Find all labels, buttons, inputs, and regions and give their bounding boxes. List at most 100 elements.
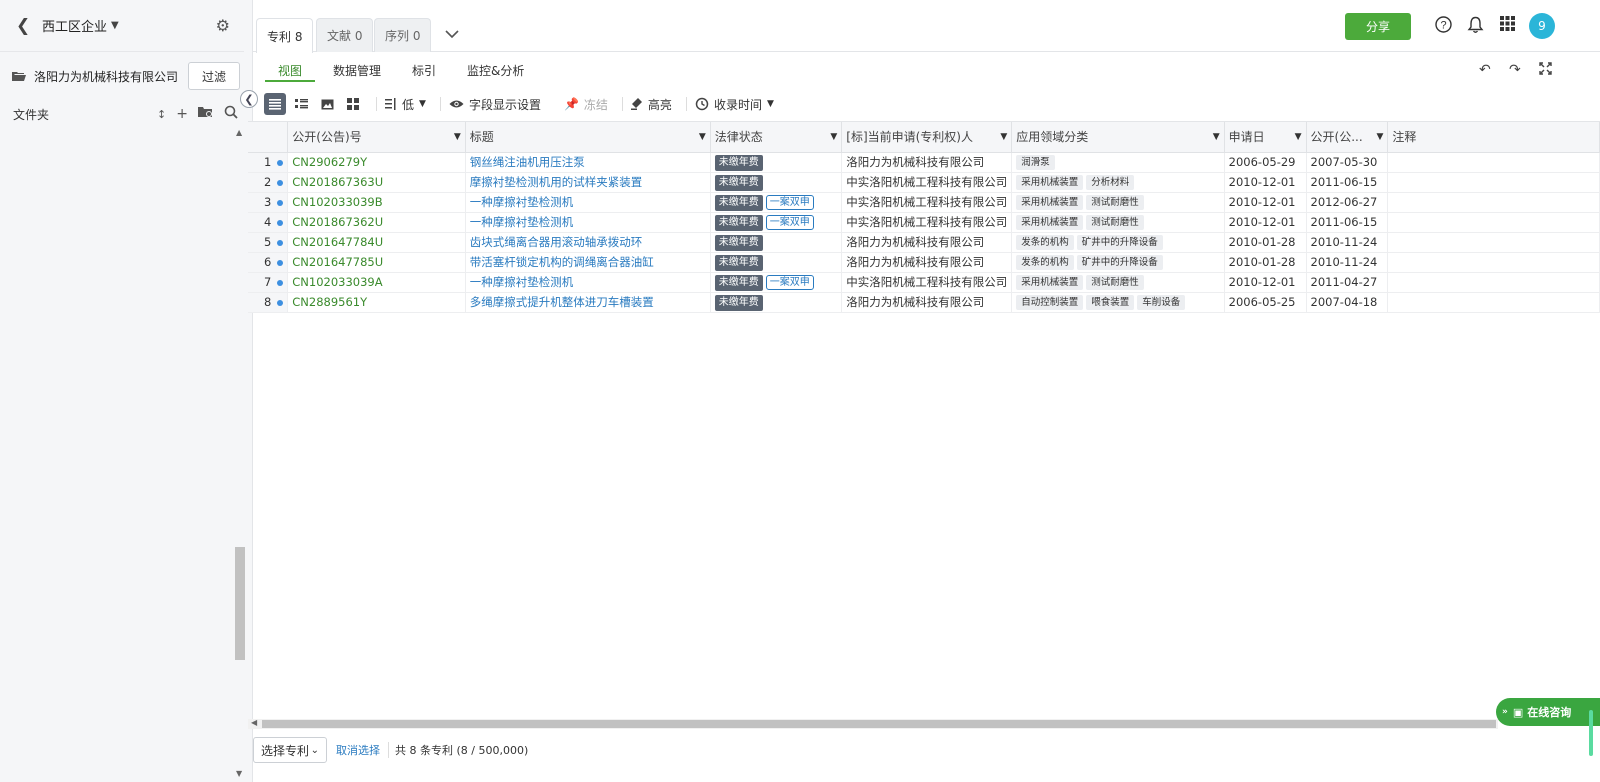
publication-number[interactable]: CN201867363U xyxy=(292,175,383,189)
row-number-cell[interactable]: 5 xyxy=(248,232,289,253)
column-header[interactable]: 申请日 ▼ xyxy=(1224,122,1307,153)
note-cell[interactable] xyxy=(1387,272,1600,293)
freeze-button[interactable]: 📌 冻结 xyxy=(564,96,608,113)
row-number-cell[interactable]: 6 xyxy=(248,252,289,273)
scroll-left-icon[interactable]: ◀ xyxy=(251,718,257,727)
image-view-icon[interactable] xyxy=(316,93,338,115)
field-display-settings-button[interactable]: 字段显示设置 xyxy=(449,96,541,113)
back-arrow-icon[interactable]: ❮ xyxy=(16,16,34,36)
publication-number-cell[interactable]: CN201647784U xyxy=(287,232,466,253)
publication-number-cell[interactable]: CN201647785U xyxy=(287,252,466,273)
note-cell[interactable] xyxy=(1387,252,1600,273)
bell-icon[interactable] xyxy=(1467,16,1484,38)
sort-updown-icon[interactable]: ↕ xyxy=(157,108,166,121)
company-name[interactable]: 洛阳力为机械科技有限公司 xyxy=(34,68,178,85)
subtab-indexing[interactable]: 标引 xyxy=(412,62,436,79)
title-cell[interactable]: 一种摩擦衬垫检测机 xyxy=(465,212,711,233)
collapse-sidebar-button[interactable]: ❮ xyxy=(240,90,258,108)
column-header[interactable]: 应用领域分类 ▼ xyxy=(1011,122,1225,153)
tab-literature[interactable]: 文献 0 xyxy=(316,18,374,52)
filter-button[interactable]: 过滤 xyxy=(188,62,240,90)
sidebar-scrollbar[interactable]: ▲ ▼ xyxy=(234,128,246,778)
publication-number-cell[interactable]: CN201867362U xyxy=(287,212,466,233)
redo-icon[interactable]: ↷ xyxy=(1509,62,1521,78)
table-row[interactable]: 6 CN201647785U 带活塞杆锁定机构的调绳离合器油缸 未缴年费 洛阳力为机械科… xyxy=(248,252,1600,273)
row-number-cell[interactable]: 4 xyxy=(248,212,289,233)
patent-title-link[interactable]: 钢丝绳注油机用压注泵 xyxy=(470,155,585,169)
patent-title-link[interactable]: 一种摩擦衬垫检测机 xyxy=(470,215,574,229)
column-header[interactable]: 公开(公告)号 ▼ xyxy=(287,122,466,153)
note-cell[interactable] xyxy=(1387,212,1600,233)
table-row[interactable]: 4 CN201867362U 一种摩擦衬垫检测机 未缴年费 一案双申 中实洛阳机械工程科技… xyxy=(248,212,1600,233)
caret-down-icon[interactable]: ▼ xyxy=(699,132,706,142)
note-cell[interactable] xyxy=(1387,232,1600,253)
publication-number[interactable]: CN2889561Y xyxy=(292,295,367,309)
table-row[interactable]: 8 CN2889561Y 多绳摩擦式提升机整体进刀车槽装置 未缴年费 洛阳力为机械科技有… xyxy=(248,292,1600,313)
publication-number-cell[interactable]: CN102033039B xyxy=(287,192,466,213)
title-cell[interactable]: 一种摩擦衬垫检测机 xyxy=(465,272,711,293)
patent-title-link[interactable]: 一种摩擦衬垫检测机 xyxy=(470,195,574,209)
select-patents-dropdown[interactable]: 选择专利 ⌄ xyxy=(253,737,327,763)
density-dropdown[interactable]: 低 ▼ xyxy=(385,96,426,113)
table-row[interactable]: 3 CN102033039B 一种摩擦衬垫检测机 未缴年费 一案双申 中实洛阳机械工程科技… xyxy=(248,192,1600,213)
grid-view-icon[interactable] xyxy=(342,93,364,115)
row-number-cell[interactable]: 1 xyxy=(248,152,289,173)
subtab-monitoring-analysis[interactable]: 监控&分析 xyxy=(467,62,524,79)
title-cell[interactable]: 摩擦衬垫检测机用的试样夹紧装置 xyxy=(465,172,711,193)
horizontal-scroll-thumb[interactable] xyxy=(262,720,1496,728)
caret-down-icon[interactable]: ▼ xyxy=(1295,132,1302,142)
note-cell[interactable] xyxy=(1387,172,1600,193)
horizontal-scrollbar[interactable]: ◀ xyxy=(248,718,1498,729)
row-number-cell[interactable]: 8 xyxy=(248,292,289,313)
undo-icon[interactable]: ↶ xyxy=(1479,62,1491,78)
caret-down-icon[interactable]: ▼ xyxy=(454,132,461,142)
patent-title-link[interactable]: 带活塞杆锁定机构的调绳离合器油缸 xyxy=(470,255,654,269)
row-number-cell[interactable]: 7 xyxy=(248,272,289,293)
patent-title-link[interactable]: 齿块式绳离合器用滚动轴承拨动环 xyxy=(470,235,643,249)
table-row[interactable]: 2 CN201867363U 摩擦衬垫检测机用的试样夹紧装置 未缴年费 中实洛阳机械工程… xyxy=(248,172,1600,193)
publication-number[interactable]: CN2906279Y xyxy=(292,155,367,169)
publication-number-cell[interactable]: CN102033039A xyxy=(287,272,466,293)
caret-down-icon[interactable]: ▼ xyxy=(1376,132,1383,142)
table-row[interactable]: 1 CN2906279Y 钢丝绳注油机用压注泵 未缴年费 洛阳力为机械科技有限公司 润滑泵… xyxy=(248,152,1600,173)
publication-number[interactable]: CN201647784U xyxy=(292,235,383,249)
column-header[interactable]: 法律状态 ▼ xyxy=(710,122,843,153)
title-cell[interactable]: 钢丝绳注油机用压注泵 xyxy=(465,152,711,173)
highlight-button[interactable]: 高亮 xyxy=(630,96,672,113)
column-header[interactable]: 注释 xyxy=(1387,122,1600,153)
title-cell[interactable]: 多绳摩擦式提升机整体进刀车槽装置 xyxy=(465,292,711,313)
caret-down-icon[interactable]: ▼ xyxy=(830,132,837,142)
apps-grid-icon[interactable] xyxy=(1500,16,1515,35)
gear-icon[interactable]: ⚙ xyxy=(216,16,230,35)
note-cell[interactable] xyxy=(1387,192,1600,213)
fullscreen-icon[interactable] xyxy=(1539,62,1552,79)
column-header[interactable]: 标题 ▼ xyxy=(465,122,711,153)
patent-title-link[interactable]: 一种摩擦衬垫检测机 xyxy=(470,275,574,289)
publication-number-cell[interactable]: CN201867363U xyxy=(287,172,466,193)
online-consult-button[interactable]: » ▣ 在线咨询 xyxy=(1496,698,1600,726)
share-button[interactable]: 分享 xyxy=(1345,13,1411,40)
plus-icon[interactable]: + xyxy=(176,106,188,122)
subtab-data-management[interactable]: 数据管理 xyxy=(333,62,381,79)
note-cell[interactable] xyxy=(1387,292,1600,313)
company-row[interactable]: 洛阳力为机械科技有限公司 过滤 xyxy=(0,52,252,100)
publication-number[interactable]: CN102033039B xyxy=(292,195,382,209)
tab-sequences[interactable]: 序列 0 xyxy=(374,18,432,52)
help-icon[interactable]: ? xyxy=(1435,16,1452,37)
title-cell[interactable]: 齿块式绳离合器用滚动轴承拨动环 xyxy=(465,232,711,253)
table-row[interactable]: 5 CN201647784U 齿块式绳离合器用滚动轴承拨动环 未缴年费 洛阳力为机械科技… xyxy=(248,232,1600,253)
cancel-selection-link[interactable]: 取消选择 xyxy=(336,742,380,758)
list-view-icon[interactable] xyxy=(264,93,286,115)
chevron-down-icon[interactable] xyxy=(445,28,459,42)
column-header[interactable]: 公开(公... ▼ xyxy=(1306,122,1389,153)
row-number-cell[interactable]: 3 xyxy=(248,192,289,213)
sidebar-scroll-thumb[interactable] xyxy=(235,547,245,660)
caret-down-icon[interactable]: ▼ xyxy=(1000,132,1007,142)
publication-number[interactable]: CN201867362U xyxy=(292,215,383,229)
publication-number[interactable]: CN201647785U xyxy=(292,255,383,269)
column-header[interactable]: [标]当前申请(专利权)人 ▼ xyxy=(841,122,1013,153)
subtab-view[interactable]: 视图 xyxy=(278,62,302,79)
patent-title-link[interactable]: 多绳摩擦式提升机整体进刀车槽装置 xyxy=(470,295,654,309)
sort-dropdown[interactable]: 收录时间 ▼ xyxy=(695,96,774,113)
workspace-title[interactable]: 西工区企业 xyxy=(42,16,107,35)
